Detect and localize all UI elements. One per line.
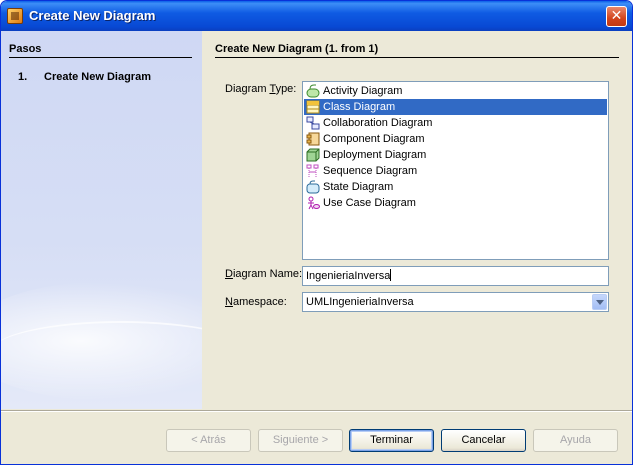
panel-title: Create New Diagram (1. from 1) bbox=[215, 43, 379, 55]
sidebar-title: Pasos bbox=[9, 43, 42, 55]
title-bar[interactable]: Create New Diagram ✕ bbox=[1, 1, 632, 31]
namespace-select[interactable]: UMLIngenieriaInversa bbox=[302, 292, 609, 312]
sidebar-decoration-line bbox=[1, 321, 202, 383]
diagram-name-field[interactable]: IngenieriaInversa bbox=[302, 266, 609, 286]
text-caret bbox=[390, 269, 392, 281]
footer-divider-highlight bbox=[1, 411, 632, 412]
list-item[interactable]: State Diagram bbox=[304, 179, 607, 195]
help-button[interactable]: Ayuda bbox=[533, 429, 618, 452]
use-case-diagram-icon bbox=[308, 196, 320, 210]
dialog-window: Create New Diagram ✕ Pasos 1. Create New… bbox=[0, 0, 633, 465]
chevron-down-icon[interactable] bbox=[592, 294, 607, 310]
list-item[interactable]: Activity Diagram bbox=[304, 83, 607, 99]
back-button[interactable]: < Atrás bbox=[166, 429, 251, 452]
sidebar-divider bbox=[9, 57, 192, 58]
step-label: Create New Diagram bbox=[44, 71, 151, 83]
component-diagram-icon bbox=[306, 132, 320, 146]
app-icon bbox=[7, 8, 23, 24]
panel-divider bbox=[215, 57, 619, 58]
step-number: 1. bbox=[18, 71, 28, 83]
namespace-label: Namespace: bbox=[225, 296, 287, 308]
deployment-diagram-icon bbox=[306, 148, 320, 162]
steps-sidebar: Pasos 1. Create New Diagram bbox=[1, 31, 202, 409]
list-item[interactable]: Use Case Diagram bbox=[304, 195, 607, 211]
window-title: Create New Diagram bbox=[29, 8, 156, 23]
cancel-button[interactable]: Cancelar bbox=[441, 429, 526, 452]
sequence-diagram-icon bbox=[306, 164, 319, 177]
close-button[interactable]: ✕ bbox=[606, 6, 627, 27]
next-button[interactable]: Siguiente > bbox=[258, 429, 343, 452]
diagram-type-label: Diagram Type: bbox=[225, 83, 297, 95]
activity-diagram-icon bbox=[306, 84, 320, 98]
list-item[interactable]: Collaboration Diagram bbox=[304, 115, 607, 131]
list-item[interactable]: Component Diagram bbox=[304, 131, 607, 147]
finish-button[interactable]: Terminar bbox=[349, 429, 434, 452]
close-icon: ✕ bbox=[610, 8, 623, 24]
class-diagram-icon bbox=[306, 100, 320, 114]
state-diagram-icon bbox=[306, 180, 320, 194]
list-item[interactable]: Deployment Diagram bbox=[304, 147, 607, 163]
list-item[interactable]: Sequence Diagram bbox=[304, 163, 607, 179]
list-item[interactable]: Class Diagram bbox=[304, 99, 607, 115]
collaboration-diagram-icon bbox=[306, 116, 320, 130]
diagram-type-list[interactable]: Activity Diagram Class Diagram Collabora… bbox=[302, 81, 609, 260]
diagram-name-label: Diagram Name: bbox=[225, 268, 303, 280]
